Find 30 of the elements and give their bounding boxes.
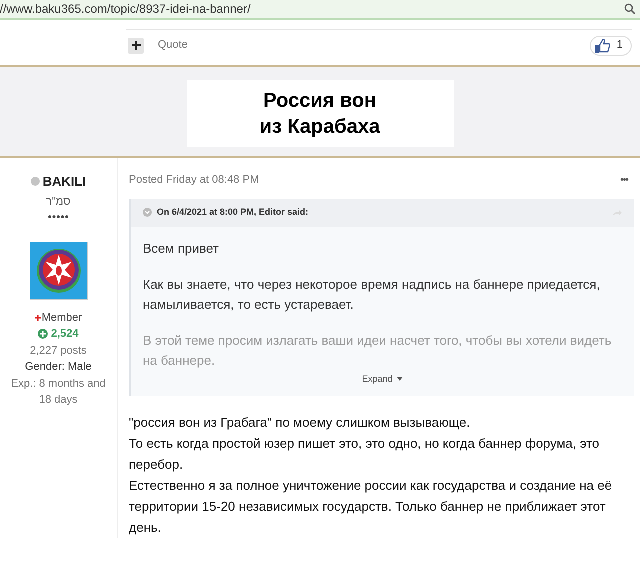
post-menu-button[interactable]: ••• [620, 172, 628, 188]
quote-paragraph: Как вы знаете, что через некоторое время надпись на баннере приедается, намыливается, то есть устаревает. [143, 276, 602, 314]
quote-button[interactable]: Quote [158, 37, 188, 54]
post-text: "россия вон из Грабага" по моему слишком вызывающе. [129, 414, 472, 432]
plus-icon [132, 41, 140, 50]
zoom-icon[interactable] [624, 3, 636, 15]
banner-text: из Карабаха [260, 114, 380, 140]
experience-text: Exp.: 8 months and 18 days [10, 376, 107, 408]
like-count: 1 [616, 38, 624, 54]
expand-button[interactable]: Expand [362, 372, 403, 386]
reputation-icon [38, 329, 48, 340]
author-name[interactable]: BAKILI [42, 172, 86, 192]
like-button[interactable]: 1 [590, 36, 632, 56]
thumbs-up-icon [594, 38, 611, 52]
post-text: Естественно я за полное уничтожение россии как государства и создание на её территории 15-20 независимых государств. Только баннер не приближает этот день. [129, 477, 614, 537]
multiquote-button[interactable] [128, 38, 144, 54]
quote-paragraph: В этой теме просим излагать ваши идеи насчет того, чтобы вы хотели видеть на баннере. [143, 332, 613, 370]
rank-title: סמ"ר [46, 194, 71, 210]
post-count: 2,227 posts [30, 344, 87, 358]
plus-icon [34, 314, 41, 321]
member-group: Member [42, 310, 82, 326]
banner-text: Россия вон [264, 88, 376, 114]
caret-icon [396, 377, 403, 382]
avatar-emblem[interactable] [30, 242, 88, 300]
reputation-count: 2,524 [51, 327, 79, 342]
quote-paragraph: Всем привет [143, 240, 220, 258]
post-text: То есть когда простой юзер пишет это, это одно, но когда баннер форума, это перебор. [129, 435, 601, 474]
gender-text: Gender: Male [25, 360, 92, 375]
quote-citation: On 6/4/2021 at 8:00 PM, Editor said: [157, 206, 309, 219]
post-date[interactable]: Posted Friday at 08:48 PM [129, 172, 260, 188]
